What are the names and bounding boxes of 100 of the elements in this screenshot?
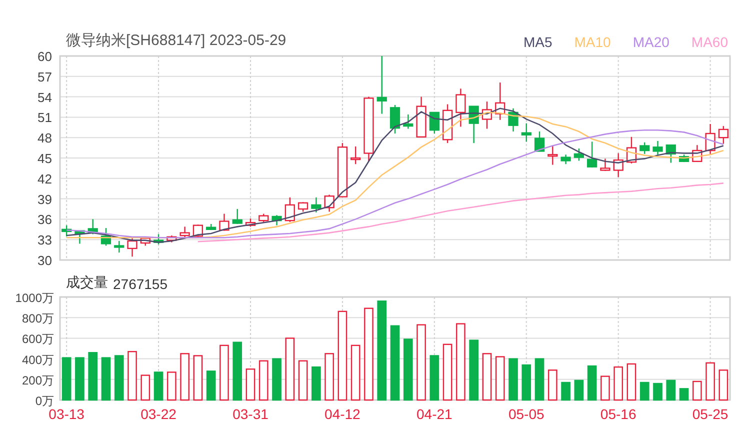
x-axis-label: 03-22 <box>140 406 176 422</box>
y-axis-label: 36 <box>38 212 52 228</box>
candlestick <box>600 158 610 171</box>
candlestick <box>140 238 150 246</box>
candlestick <box>100 228 112 246</box>
volume-bar <box>193 355 203 401</box>
volume-bar <box>692 380 702 401</box>
candlestick <box>548 146 558 165</box>
candlestick <box>364 96 374 162</box>
candlestick <box>692 145 702 162</box>
candlestick <box>114 240 124 253</box>
volume-bar <box>62 357 72 401</box>
volume-bar <box>154 372 164 401</box>
candlestick <box>324 194 334 212</box>
volume-bar <box>574 380 584 401</box>
volume-label: 成交量 <box>66 274 108 292</box>
candlestick <box>678 154 690 162</box>
y-axis-label: 30 <box>38 253 52 268</box>
y-axis-label: 60 <box>38 50 52 64</box>
candlestick <box>626 136 637 164</box>
volume-bar <box>548 370 558 401</box>
volume-bar <box>534 358 544 401</box>
x-axis-label: 05-16 <box>600 406 636 422</box>
candlestick <box>311 197 322 212</box>
candlestick <box>245 218 256 227</box>
volume-bar <box>285 338 295 401</box>
candlestick <box>442 104 453 144</box>
volume-bar <box>114 355 124 401</box>
candlestick <box>495 82 506 120</box>
volume-bar <box>666 380 676 401</box>
candlestick <box>718 126 728 144</box>
volume-bar <box>495 356 505 401</box>
y-axis-label: 0万 <box>35 394 54 408</box>
candlestick <box>166 236 177 242</box>
volume-bar <box>220 344 229 401</box>
volume-bar <box>298 360 308 401</box>
chart-title: 微导纳米[SH688147] 2023-05-29 <box>66 31 286 50</box>
volume-bar <box>128 350 137 401</box>
volume-bar <box>167 372 176 401</box>
candlestick <box>390 104 400 134</box>
y-axis-label: 39 <box>38 192 52 207</box>
volume-bar <box>312 366 321 401</box>
volume-bar <box>626 363 636 401</box>
candlestick <box>376 56 387 114</box>
volume-value: 2767155 <box>113 276 168 292</box>
volume-bar <box>324 353 334 401</box>
volume-bar <box>430 355 440 401</box>
volume-bar <box>640 382 650 401</box>
y-axis-label: 57 <box>38 69 52 84</box>
volume-bar <box>88 352 98 401</box>
candlestick <box>482 102 492 129</box>
volume-bar <box>350 344 360 401</box>
volume-bar <box>442 344 452 401</box>
volume-bar <box>246 368 256 401</box>
legend-label: MA5 <box>523 34 552 50</box>
candlestick <box>88 219 98 234</box>
x-axis-label: 04-12 <box>324 406 360 422</box>
volume-bar <box>75 357 84 401</box>
candlestick <box>429 112 440 134</box>
volume-bar <box>614 366 623 401</box>
y-axis-label: 400万 <box>22 352 54 367</box>
volume-bar <box>482 353 492 401</box>
candlestick <box>127 238 138 257</box>
candlestick <box>403 114 414 129</box>
y-axis-label: 200万 <box>22 373 54 388</box>
candlestick <box>272 215 282 226</box>
y-axis-label: 42 <box>38 171 52 186</box>
candlestick <box>456 88 466 127</box>
candlestick <box>521 123 532 142</box>
candlestick <box>574 148 584 161</box>
volume-bar <box>258 360 268 401</box>
candlestick <box>62 225 72 236</box>
y-axis-label: 1000万 <box>15 292 54 305</box>
x-axis-label: 03-31 <box>232 406 268 422</box>
volume-bar <box>403 338 413 401</box>
volume-bar <box>679 388 689 401</box>
candlestick <box>560 154 571 164</box>
y-axis-label: 33 <box>38 232 52 248</box>
x-axis-label: 04-21 <box>416 406 452 422</box>
legend-label: MA20 <box>632 34 670 50</box>
volume-bar <box>508 358 518 401</box>
candlestick <box>192 224 203 237</box>
y-axis-label: 48 <box>38 130 52 146</box>
candlestick <box>613 153 624 178</box>
volume-bar <box>706 362 715 401</box>
candlestick <box>534 131 545 152</box>
candlestick <box>705 124 716 154</box>
volume-bar <box>600 376 610 401</box>
legend-label: MA60 <box>691 34 728 50</box>
candlestick <box>640 142 650 154</box>
candlestick <box>587 142 598 168</box>
candlestick <box>232 209 242 224</box>
volume-bar <box>140 374 150 401</box>
volume-bar <box>272 358 282 401</box>
volume-bar <box>587 365 597 401</box>
y-axis-label: 800万 <box>22 312 54 326</box>
y-axis-label: 51 <box>38 110 52 126</box>
candlestick <box>284 197 295 222</box>
candlestick <box>298 202 308 212</box>
volume-bar <box>561 382 570 401</box>
